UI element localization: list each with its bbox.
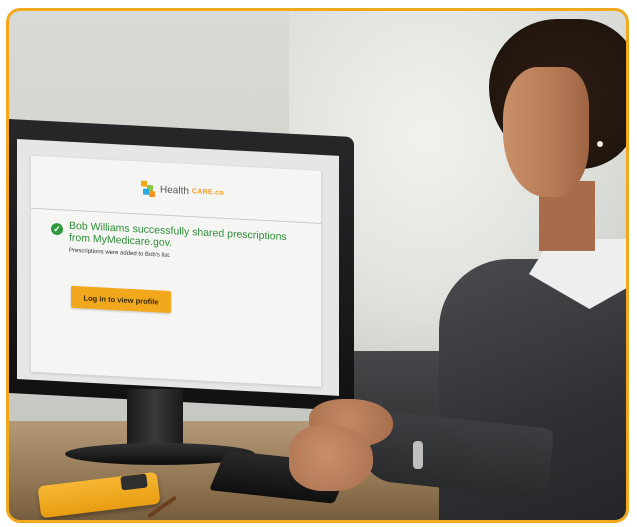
photo-frame: Health CARE.co ✓ Bob Williams successful… (6, 8, 629, 523)
sub-message: Prescriptions were added to Bob's list. (69, 247, 171, 260)
login-button[interactable]: Log in to view profile (71, 285, 171, 314)
logo-name-accent: CARE.co (191, 187, 224, 197)
monitor-screen: Health CARE.co ✓ Bob Williams successful… (17, 139, 339, 396)
monitor-stand (127, 389, 183, 447)
logo-name: Health (160, 183, 189, 197)
check-circle-icon: ✓ (51, 222, 63, 236)
person-hand-front (289, 425, 373, 491)
bracelet (413, 441, 423, 469)
healthcare-logo: Health CARE.co (141, 179, 224, 201)
logo-mark-icon (141, 180, 157, 198)
person-face (503, 67, 589, 197)
earring (597, 141, 603, 147)
confirmation-card: Health CARE.co ✓ Bob Williams successful… (31, 155, 321, 387)
